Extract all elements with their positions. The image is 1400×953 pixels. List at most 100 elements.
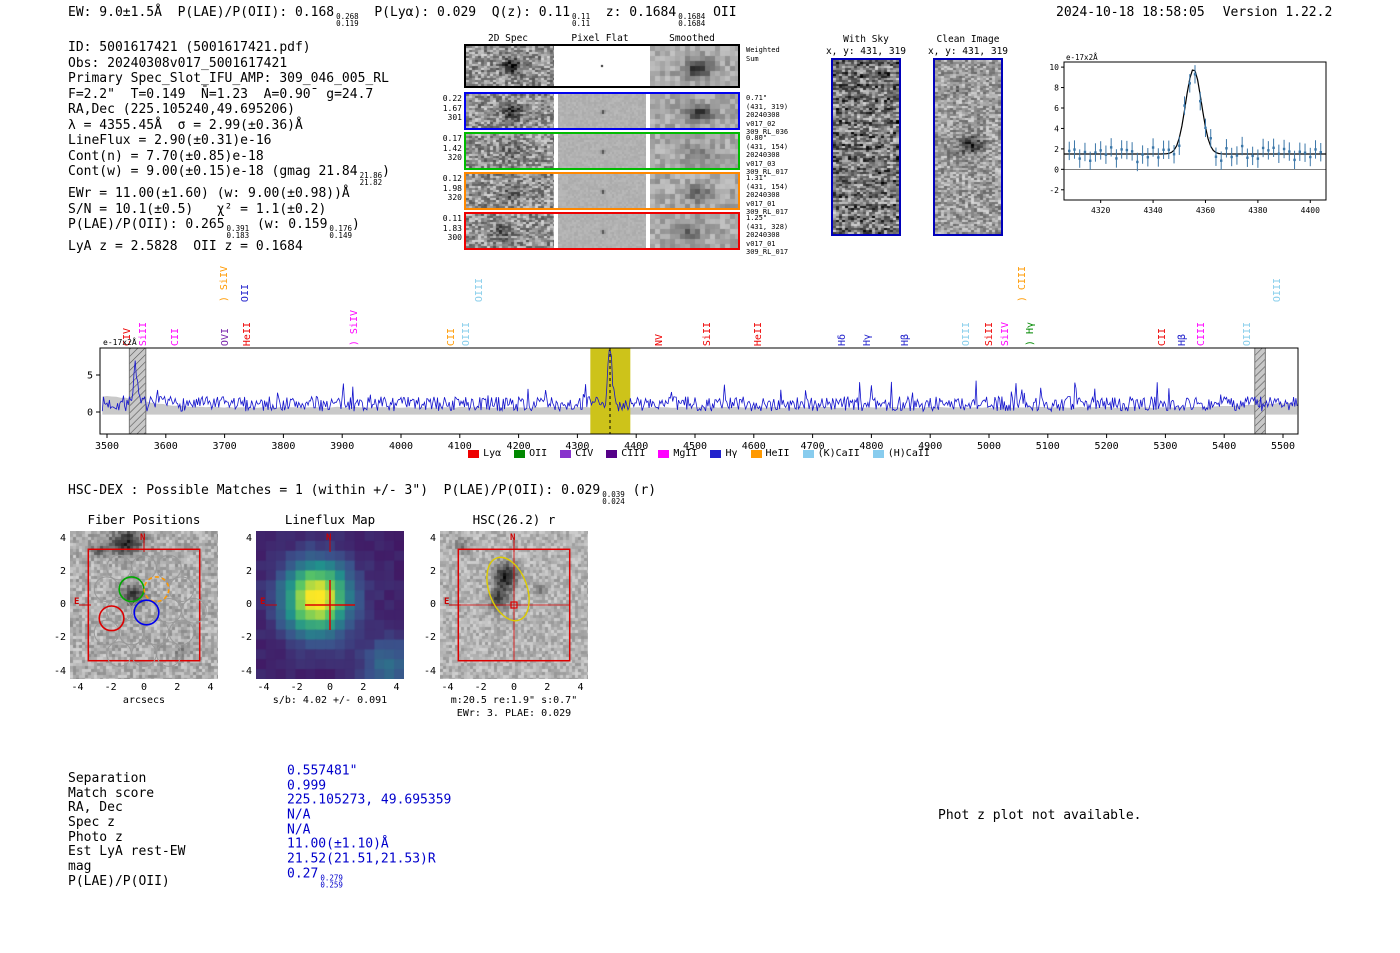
text-segment: 0.27 bbox=[287, 866, 319, 882]
text-segment: ID: 5001617421 (5001617421.pdf) bbox=[68, 40, 311, 55]
hsc-dex-match-line: HSC-DEX : Possible Matches = 1 (within +… bbox=[68, 483, 656, 505]
info-line: EWr = 11.00(±1.60) (w: 9.00(±0.98))Å bbox=[68, 186, 390, 202]
text-segment: (w: 0.159 bbox=[249, 217, 328, 232]
info-line: RA,Dec (225.105240,49.695206) bbox=[68, 102, 390, 118]
svg-text:0: 0 bbox=[1054, 165, 1059, 174]
info-line: λ = 4355.45Å σ = 2.99(±0.36)Å bbox=[68, 118, 390, 134]
match-table-row: mag 21.52(21.51,21.53)R bbox=[68, 852, 451, 875]
info-line: Cont(w) = 9.00(±0.15)e-18 (gmag 21.84 21.… bbox=[68, 164, 390, 186]
lineflux-caption: s/b: 4.02 +/- 0.091 bbox=[272, 695, 388, 706]
version-label: Version 1.22.2 bbox=[1222, 5, 1333, 20]
axis-tick-label: -2 bbox=[474, 682, 487, 693]
spec2d-image bbox=[466, 134, 554, 168]
legend-item: HeII bbox=[750, 448, 790, 459]
clean-image-title: Clean Image bbox=[936, 34, 1000, 45]
axis-tick-label: 0 bbox=[510, 682, 518, 693]
spec2d-row bbox=[464, 44, 740, 88]
text-segment: RA,Dec (225.105240,49.695206) bbox=[68, 102, 295, 117]
header-timestamp: 2024-10-18 18:58:05 Version 1.22.2 bbox=[1056, 5, 1332, 20]
legend-label: HeII bbox=[765, 448, 790, 459]
axis-tick-label: 4 bbox=[429, 532, 436, 544]
svg-text:4320: 4320 bbox=[1091, 206, 1110, 215]
fiber-id-label: 0.71" (431, 319) 20240308 v017_02 309_RL_036 bbox=[746, 94, 789, 136]
spec2d-cutout-grid: 2D Spec Pixel Flat Smoothed Weighted Sum 0… bbox=[443, 0, 824, 262]
spec2d-image bbox=[466, 46, 554, 86]
axis-tick-label: -4 bbox=[423, 665, 436, 677]
text-segment: 21.52(21.51,21.53)R bbox=[287, 851, 436, 867]
axis-tick-label: -2 bbox=[423, 632, 436, 644]
match-field-value: 225.105273, 49.695359 bbox=[287, 792, 452, 809]
text-segment: 225.105273, 49.695359 bbox=[287, 792, 452, 808]
compass-north-label: N bbox=[510, 533, 516, 543]
axis-tick-label: 2 bbox=[245, 565, 252, 577]
stacked-uncertainty: 0.391 0.183 bbox=[226, 224, 250, 240]
smoothed-image bbox=[650, 46, 738, 86]
legend-label: Lyα bbox=[483, 448, 502, 459]
photz-note: Phot z plot not available. bbox=[938, 808, 1142, 823]
text-segment: Cont(n) = 7.70(±0.85)e-18 bbox=[68, 148, 264, 164]
match-table-row: Spec z N/A bbox=[68, 808, 451, 831]
svg-text:4: 4 bbox=[1054, 124, 1059, 133]
pixelflat-image bbox=[558, 174, 646, 208]
svg-text:2: 2 bbox=[1054, 145, 1059, 154]
spec2d-col-header: 2D Spec bbox=[487, 33, 529, 44]
svg-text:6: 6 bbox=[1054, 104, 1059, 113]
legend-item: OII bbox=[514, 448, 547, 459]
legend-item: CIII bbox=[606, 448, 645, 459]
svg-text:4340: 4340 bbox=[1143, 206, 1162, 215]
hsc-cutout-overlay bbox=[449, 540, 571, 662]
legend-swatch bbox=[710, 449, 722, 458]
stacked-uncertainty: 0.176 0.149 bbox=[329, 224, 352, 240]
legend-swatch bbox=[658, 449, 670, 458]
compass-east-label: E bbox=[260, 597, 266, 607]
spec2d-row bbox=[464, 172, 740, 210]
axis-tick-label: 4 bbox=[577, 682, 584, 693]
svg-text:-2: -2 bbox=[1049, 186, 1059, 195]
axis-tick-label: 4 bbox=[207, 682, 214, 693]
text-segment: Cont(w) = 9.00(±0.15)e-18 (gmag 21.84 bbox=[68, 164, 358, 179]
spec2d-image bbox=[466, 214, 554, 248]
svg-text:4380: 4380 bbox=[1248, 206, 1267, 215]
legend-item: CIV bbox=[560, 448, 593, 459]
pixelflat-col-header: Pixel Flat bbox=[571, 33, 629, 44]
axis-tick-label: -2 bbox=[290, 682, 303, 693]
spectrum-legend: Lyα OII CIV CIII MgII Hγ HeII (K)CaII (H)CaII bbox=[100, 448, 1298, 459]
svg-text:e-17x2Å: e-17x2Å bbox=[103, 336, 137, 347]
match-summary-table: Separation 0.557481" Match score 0.999 RA, D… bbox=[68, 764, 452, 890]
match-table-row: P(LAE)/P(OII) 0.27 0.279 0.259 bbox=[68, 866, 451, 890]
info-line: LyA z = 2.5828 OII z = 0.1684 bbox=[68, 239, 390, 255]
axis-tick-label: -4 bbox=[239, 665, 252, 677]
axis-tick-label: 2 bbox=[360, 682, 367, 693]
axis-tick-label: -4 bbox=[257, 682, 270, 693]
match-table-row: Separation 0.557481" bbox=[68, 764, 451, 787]
match-field-value: 11.00(±1.10)Å bbox=[287, 836, 389, 853]
text-segment: EWr = 11.00(±1.60) (w: 9.00(±0.98))Å bbox=[68, 186, 350, 201]
compass-east-label: E bbox=[74, 597, 80, 607]
svg-text:e-17x2Å: e-17x2Å bbox=[1066, 53, 1098, 62]
text-segment: Obs: 20240308v017_5001617421 bbox=[68, 55, 288, 71]
match-field-label: Est LyA rest-EW bbox=[68, 844, 186, 860]
spec2d-row bbox=[464, 212, 740, 250]
spec2d-row bbox=[464, 132, 740, 170]
with-sky-header: With Sky x, y: 431, 319 bbox=[811, 34, 921, 57]
text-segment: EW: 9.0±1.5Å bbox=[68, 5, 178, 20]
fiber-weight-label: 0.22 1.67 301 bbox=[442, 94, 462, 122]
text-segment: 11.00(±1.10)Å bbox=[287, 836, 389, 852]
stacked-uncertainty: 21.86 21.82 bbox=[359, 171, 383, 187]
match-field-value: 0.999 bbox=[287, 778, 326, 794]
compass-north-label: N bbox=[326, 533, 332, 543]
legend-label: Hγ bbox=[725, 448, 738, 459]
fiber-weight-label: 0.11 1.83 300 bbox=[442, 214, 462, 242]
axis-tick-label: 0 bbox=[245, 599, 252, 610]
emission-line-label: OIII bbox=[474, 277, 486, 302]
match-field-label: Match score bbox=[68, 785, 155, 801]
smoothed-image bbox=[650, 174, 738, 208]
spec2d-image bbox=[466, 174, 554, 208]
match-field-label: P(LAE)/P(OII) bbox=[68, 873, 170, 889]
lineflux-map-title: Lineflux Map bbox=[284, 512, 376, 527]
match-field-value: 0.27 0.279 0.259 bbox=[287, 866, 343, 888]
legend-swatch bbox=[606, 449, 618, 458]
axis-tick-label: 4 bbox=[59, 532, 66, 544]
legend-swatch bbox=[802, 449, 814, 458]
legend-swatch bbox=[514, 449, 526, 458]
